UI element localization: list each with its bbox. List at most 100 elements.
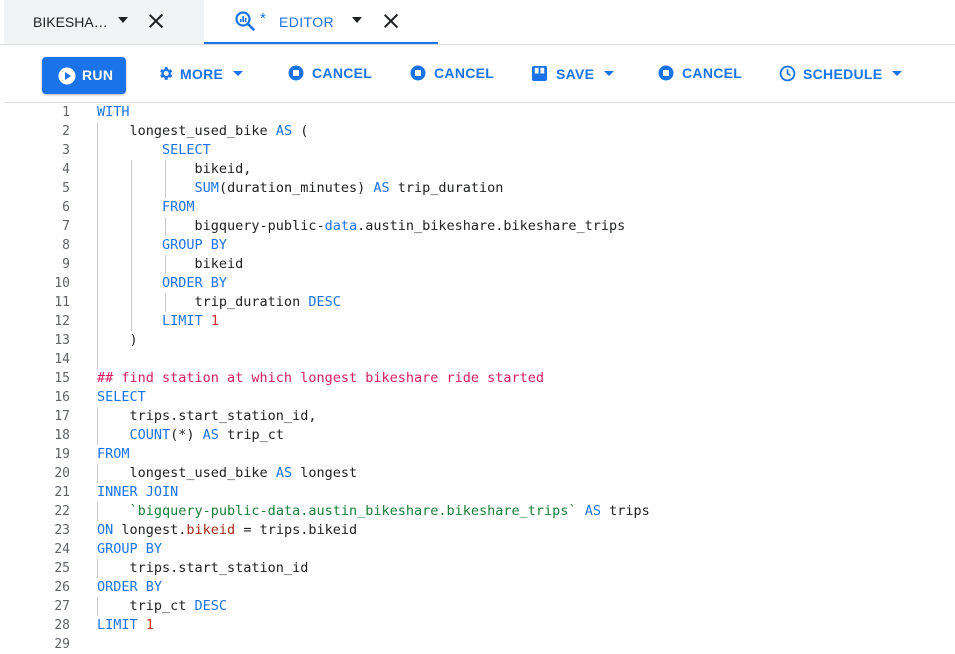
line-number: 3 [62, 143, 70, 158]
line-number: 26 [54, 580, 70, 595]
line-number: 21 [54, 485, 70, 500]
code-line[interactable]: 3 SELECT [4, 141, 955, 160]
tab-strip: BIKESHA… * EDITOR [0, 0, 955, 44]
chevron-down-icon[interactable] [118, 17, 128, 23]
code-line[interactable]: 26 ORDER BY [4, 578, 955, 597]
tab-bikeshare-label: BIKESHA… [33, 14, 108, 30]
code-text: LIMIT 1 [97, 617, 154, 633]
code-line[interactable]: 4 bikeid, [4, 160, 955, 179]
play-icon [58, 67, 76, 85]
cancel-button-label: CANCEL [312, 65, 373, 81]
cancel-button[interactable]: CANCEL [658, 65, 742, 81]
save-button[interactable]: SAVE [531, 65, 615, 82]
code-text: ORDER BY [97, 579, 163, 595]
line-number: 17 [54, 409, 70, 424]
code-line[interactable]: 22 `bigquery-public-data.austin_bikeshar… [4, 502, 955, 521]
code-text: trips.start_station_id, [97, 408, 317, 424]
code-text: INNER JOIN [97, 484, 179, 500]
code-text: LIMIT 1 [162, 313, 219, 329]
code-text: bikeid, [97, 161, 252, 177]
tab-bikeshare[interactable]: BIKESHA… [4, 0, 204, 44]
clock-icon [779, 65, 796, 82]
code-line[interactable]: 6 FROM [4, 198, 955, 217]
code-text: FROM [162, 199, 195, 215]
code-line[interactable]: 11 trip_duration DESC [4, 293, 955, 312]
code-text: longest_used_bike AS ( [97, 123, 309, 139]
code-text: GROUP BY [162, 237, 228, 253]
code-line[interactable]: 17 trips.start_station_id, [4, 407, 955, 426]
line-number: 18 [54, 428, 70, 443]
line-number: 13 [54, 333, 70, 348]
code-line[interactable]: 9 bikeid [4, 255, 955, 274]
code-text: bikeid [97, 256, 244, 272]
line-number: 5 [62, 181, 70, 196]
stop-icon [658, 65, 674, 81]
code-line[interactable]: 14 [4, 350, 955, 369]
tab-editor[interactable]: * EDITOR [204, 0, 438, 44]
code-line[interactable]: 20 longest_used_bike AS longest [4, 464, 955, 483]
line-number: 1 [62, 105, 70, 120]
line-number: 4 [62, 162, 70, 177]
cancel-button[interactable]: CANCEL [410, 65, 494, 81]
line-number: 22 [54, 504, 70, 519]
query-icon [235, 11, 255, 31]
line-number: 15 [54, 371, 70, 386]
modified-marker: * [260, 10, 266, 27]
code-line[interactable]: 5 SUM(duration_minutes) AS trip_duration [4, 179, 955, 198]
code-editor[interactable]: 1 WITH 2 longest_used_bike AS ( 3 SELECT … [4, 103, 955, 654]
code-text: GROUP BY [97, 541, 163, 557]
line-number: 28 [54, 618, 70, 633]
code-line[interactable]: 18 COUNT(*) AS trip_ct [4, 426, 955, 445]
schedule-button[interactable]: SCHEDULE [779, 65, 903, 82]
code-text: trip_ct DESC [97, 598, 228, 614]
code-text: `bigquery-public-data.austin_bikeshare.b… [129, 503, 650, 519]
line-number: 29 [54, 637, 70, 652]
line-number: 25 [54, 561, 70, 576]
code-text: COUNT(*) AS trip_ct [129, 427, 284, 443]
line-number: 9 [62, 257, 70, 272]
close-icon[interactable] [382, 12, 400, 30]
code-text: trip_duration DESC [97, 294, 341, 310]
code-text: trips.start_station_id [97, 560, 309, 576]
more-button-label: MORE [180, 65, 224, 82]
line-number: 11 [54, 295, 70, 310]
code-line[interactable]: 21 INNER JOIN [4, 483, 955, 502]
code-line[interactable]: 2 longest_used_bike AS ( [4, 122, 955, 141]
line-number: 10 [54, 276, 70, 291]
code-text: ## find station at which longest bikesha… [97, 370, 545, 386]
code-line[interactable]: 15 ## find station at which longest bikes… [4, 369, 955, 388]
code-line[interactable]: 25 trips.start_station_id [4, 559, 955, 578]
code-text: WITH [97, 104, 130, 120]
code-line[interactable]: 19 FROM [4, 445, 955, 464]
code-line[interactable]: 27 trip_ct DESC [4, 597, 955, 616]
code-line[interactable]: 12 LIMIT 1 [4, 312, 955, 331]
code-text: SUM(duration_minutes) AS trip_duration [194, 180, 504, 196]
more-button[interactable]: MORE [157, 65, 244, 82]
code-text: longest_used_bike AS longest [97, 465, 358, 481]
code-line[interactable]: 24 GROUP BY [4, 540, 955, 559]
tab-editor-label: EDITOR [279, 14, 335, 30]
close-icon[interactable] [147, 12, 165, 30]
run-button[interactable]: RUN [42, 57, 126, 94]
code-line[interactable]: 23 ON longest.bikeid = trips.bikeid [4, 521, 955, 540]
code-line[interactable]: 29 [4, 635, 955, 654]
chevron-down-icon[interactable] [352, 17, 362, 23]
line-number: 8 [62, 238, 70, 253]
code-line[interactable]: 13 ) [4, 331, 955, 350]
code-line[interactable]: 7 bigquery-public-data.austin_bikeshare.… [4, 217, 955, 236]
code-text: ORDER BY [162, 275, 228, 291]
line-number: 16 [54, 390, 70, 405]
code-line[interactable]: 28 LIMIT 1 [4, 616, 955, 635]
chevron-down-icon [604, 71, 615, 76]
code-line[interactable]: 1 WITH [4, 103, 955, 122]
line-number: 19 [54, 447, 70, 462]
save-icon [531, 65, 548, 82]
code-text: FROM [97, 446, 130, 462]
schedule-button-label: SCHEDULE [803, 65, 883, 82]
line-number: 14 [54, 352, 70, 367]
code-line[interactable]: 16 SELECT [4, 388, 955, 407]
code-line[interactable]: 10 ORDER BY [4, 274, 955, 293]
code-text: bigquery-public-data.austin_bikeshare.bi… [97, 218, 626, 234]
code-line[interactable]: 8 GROUP BY [4, 236, 955, 255]
cancel-button[interactable]: CANCEL [288, 65, 372, 81]
